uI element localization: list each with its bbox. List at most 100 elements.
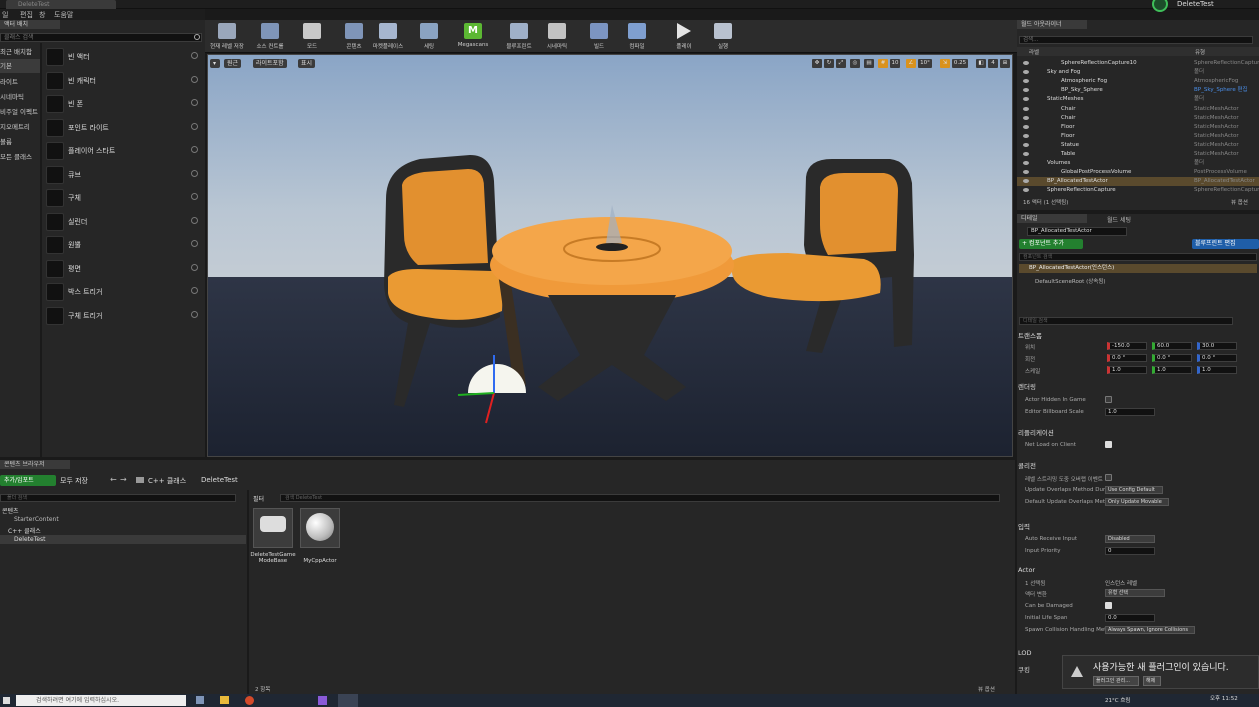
component-search-input[interactable]: 컴포넌트 검색 <box>1019 253 1257 261</box>
visibility-eye-icon[interactable] <box>1023 97 1029 102</box>
save-all-button[interactable]: 모두 저장 <box>60 476 88 486</box>
class-search-input[interactable]: 클래스 검색 <box>0 33 202 42</box>
add-component-button[interactable]: + 컴포넌트 추가 <box>1019 239 1083 249</box>
cooking-section[interactable]: 쿠킹 <box>1018 664 1030 674</box>
scale-x[interactable]: 1.0 <box>1107 366 1147 374</box>
label-column-header[interactable]: 라벨 <box>1029 48 1039 56</box>
outliner-row[interactable]: Chair StaticMeshActor <box>1017 114 1259 123</box>
collision-section[interactable]: 콜리전 <box>1018 460 1036 470</box>
spawn-collision-dropdown[interactable]: Always Spawn, Ignore Collisions <box>1105 626 1195 634</box>
hidden-in-game-checkbox[interactable] <box>1105 396 1112 403</box>
modes-button[interactable]: 모드 <box>297 21 327 52</box>
tree-starter-content[interactable]: StarterContent <box>14 516 59 523</box>
input-priority-field[interactable]: 0 <box>1105 547 1155 555</box>
outliner-row[interactable]: SphereReflectionCapture SphereReflectionC… <box>1017 186 1259 195</box>
marketplace-button[interactable]: 마켓플레이스 <box>369 21 407 52</box>
outliner-row[interactable]: Chair StaticMeshActor <box>1017 105 1259 114</box>
scale-z[interactable]: 1.0 <box>1197 366 1237 374</box>
outliner-row[interactable]: Table StaticMeshActor <box>1017 150 1259 159</box>
grid-snap-value[interactable]: 10 <box>890 59 900 68</box>
info-icon[interactable] <box>191 170 198 177</box>
camera-speed-value[interactable]: 4 <box>988 59 998 68</box>
default-overlaps-dropdown[interactable]: Only Update Movable <box>1105 498 1169 506</box>
back-arrow-icon[interactable]: ← <box>110 475 117 484</box>
translate-tool-icon[interactable]: ✥ <box>812 59 822 68</box>
info-icon[interactable] <box>191 217 198 224</box>
rendering-section[interactable]: 렌더링 <box>1018 381 1036 391</box>
outliner-tab[interactable]: 월드 아웃라이너 <box>1017 20 1087 29</box>
outliner-view-options[interactable]: 뷰 옵션 <box>1231 198 1248 206</box>
settings-button[interactable]: 세팅 <box>415 21 443 52</box>
surface-snap-icon[interactable]: ▤ <box>864 59 874 68</box>
update-overlaps-dropdown[interactable]: Use Config Default <box>1105 486 1163 494</box>
placement-tab[interactable]: 액터 배치 <box>0 20 60 29</box>
asset-search-input[interactable]: 검색 DeleteTest <box>280 494 1000 502</box>
show-button[interactable]: 표시 <box>298 59 316 68</box>
maximize-viewport-icon[interactable]: ⊞ <box>1000 59 1010 68</box>
outliner-row[interactable]: Atmospheric Fog AtmosphericFog <box>1017 77 1259 86</box>
folder-search-input[interactable]: 폴더 검색 <box>0 494 236 502</box>
life-span-field[interactable]: 0.0 <box>1105 614 1155 622</box>
breadcrumb-deletetest[interactable]: DeleteTest <box>201 476 238 484</box>
outliner-row[interactable]: Volumes 폴더 <box>1017 159 1259 168</box>
world-settings-tab[interactable]: 월드 세팅 <box>1107 215 1131 224</box>
cinematics-button[interactable]: 시네마틱 <box>541 21 573 52</box>
info-icon[interactable] <box>191 240 198 247</box>
visibility-eye-icon[interactable] <box>1023 70 1029 75</box>
visual-studio-icon[interactable] <box>318 696 327 705</box>
blueprints-button[interactable]: 블루프린트 <box>501 21 537 52</box>
replication-section[interactable]: 리플리케이션 <box>1018 427 1054 437</box>
tree-content[interactable]: 콘텐츠 <box>2 506 19 515</box>
place-empty-pawn[interactable]: 빈 폰 <box>44 94 202 114</box>
category-basic[interactable]: 기본 <box>0 59 40 73</box>
place-sphere[interactable]: 구체 <box>44 188 202 208</box>
menu-edit[interactable]: 편집 <box>20 10 33 20</box>
windows-start-icon[interactable] <box>3 697 10 704</box>
visibility-eye-icon[interactable] <box>1023 188 1029 193</box>
visibility-eye-icon[interactable] <box>1023 88 1029 93</box>
convert-actor-dropdown[interactable]: 유형 선택 <box>1105 589 1165 597</box>
place-point-light[interactable]: 포인트 라이트 <box>44 118 202 138</box>
details-search-input[interactable]: 디테일 검색 <box>1019 317 1233 325</box>
info-icon[interactable] <box>191 52 198 59</box>
outliner-row[interactable]: BP_AllocatedTestActor BP_AllocatedTestAct… <box>1017 177 1259 187</box>
megascans-button[interactable]: M Megascans <box>455 21 491 52</box>
menu-help[interactable]: 도움말 <box>54 10 73 20</box>
net-load-checkbox[interactable] <box>1105 441 1112 448</box>
breadcrumb-cpp-classes[interactable]: C++ 클래스 <box>148 476 186 486</box>
billboard-scale-field[interactable]: 1.0 <box>1105 408 1155 416</box>
can-be-damaged-checkbox[interactable] <box>1105 602 1112 609</box>
info-icon[interactable] <box>191 99 198 106</box>
category-cinematic[interactable]: 시네마틱 <box>0 90 40 104</box>
menu-window[interactable]: 창 <box>39 10 45 20</box>
rotation-snap-value[interactable]: 10° <box>918 59 932 68</box>
place-cone[interactable]: 원뿔 <box>44 235 202 255</box>
lod-section[interactable]: LOD <box>1018 649 1032 657</box>
outliner-search-input[interactable]: 검색... <box>1019 36 1253 44</box>
info-icon[interactable] <box>191 76 198 83</box>
visibility-eye-icon[interactable] <box>1023 106 1029 111</box>
outliner-row[interactable]: StaticMeshes 폴더 <box>1017 95 1259 104</box>
root-component-row[interactable]: BP_AllocatedTestActor(인스턴스) <box>1019 264 1257 273</box>
explorer-icon[interactable] <box>220 696 229 704</box>
outliner-row[interactable]: GlobalPostProcessVolume PostProcessVolume <box>1017 168 1259 177</box>
auto-receive-input-dropdown[interactable]: Disabled <box>1105 535 1155 543</box>
manage-plugins-button[interactable]: 플러그인 관리... <box>1093 676 1139 686</box>
level-viewport[interactable]: ▾ 원근 라이트포함 표시 ✥ ↻ ⤢ ◎ ▤ # 10 ∠ 10° ⇲ 0.2… <box>207 54 1013 457</box>
taskbar-search[interactable]: 검색하려면 여기에 입력하십시오. <box>16 695 186 706</box>
outliner-row[interactable]: SphereReflectionCapture10 SphereReflectio… <box>1017 59 1259 68</box>
outliner-row[interactable]: Floor StaticMeshActor <box>1017 123 1259 132</box>
scale-y[interactable]: 1.0 <box>1152 366 1192 374</box>
category-lights[interactable]: 라이트 <box>0 75 40 89</box>
place-plane[interactable]: 평면 <box>44 259 202 279</box>
source-control-button[interactable]: 소스 컨트롤 <box>251 21 289 52</box>
info-icon[interactable] <box>191 311 198 318</box>
forward-arrow-icon[interactable]: → <box>120 475 127 484</box>
place-cylinder[interactable]: 실린더 <box>44 212 202 232</box>
outliner-row[interactable]: Floor StaticMeshActor <box>1017 132 1259 141</box>
task-view-icon[interactable] <box>196 696 204 704</box>
visibility-eye-icon[interactable] <box>1023 142 1029 147</box>
scale-snap-value[interactable]: 0.25 <box>952 59 968 68</box>
location-y[interactable]: 60.0 <box>1152 342 1192 350</box>
lit-mode-button[interactable]: 라이트포함 <box>253 59 287 68</box>
